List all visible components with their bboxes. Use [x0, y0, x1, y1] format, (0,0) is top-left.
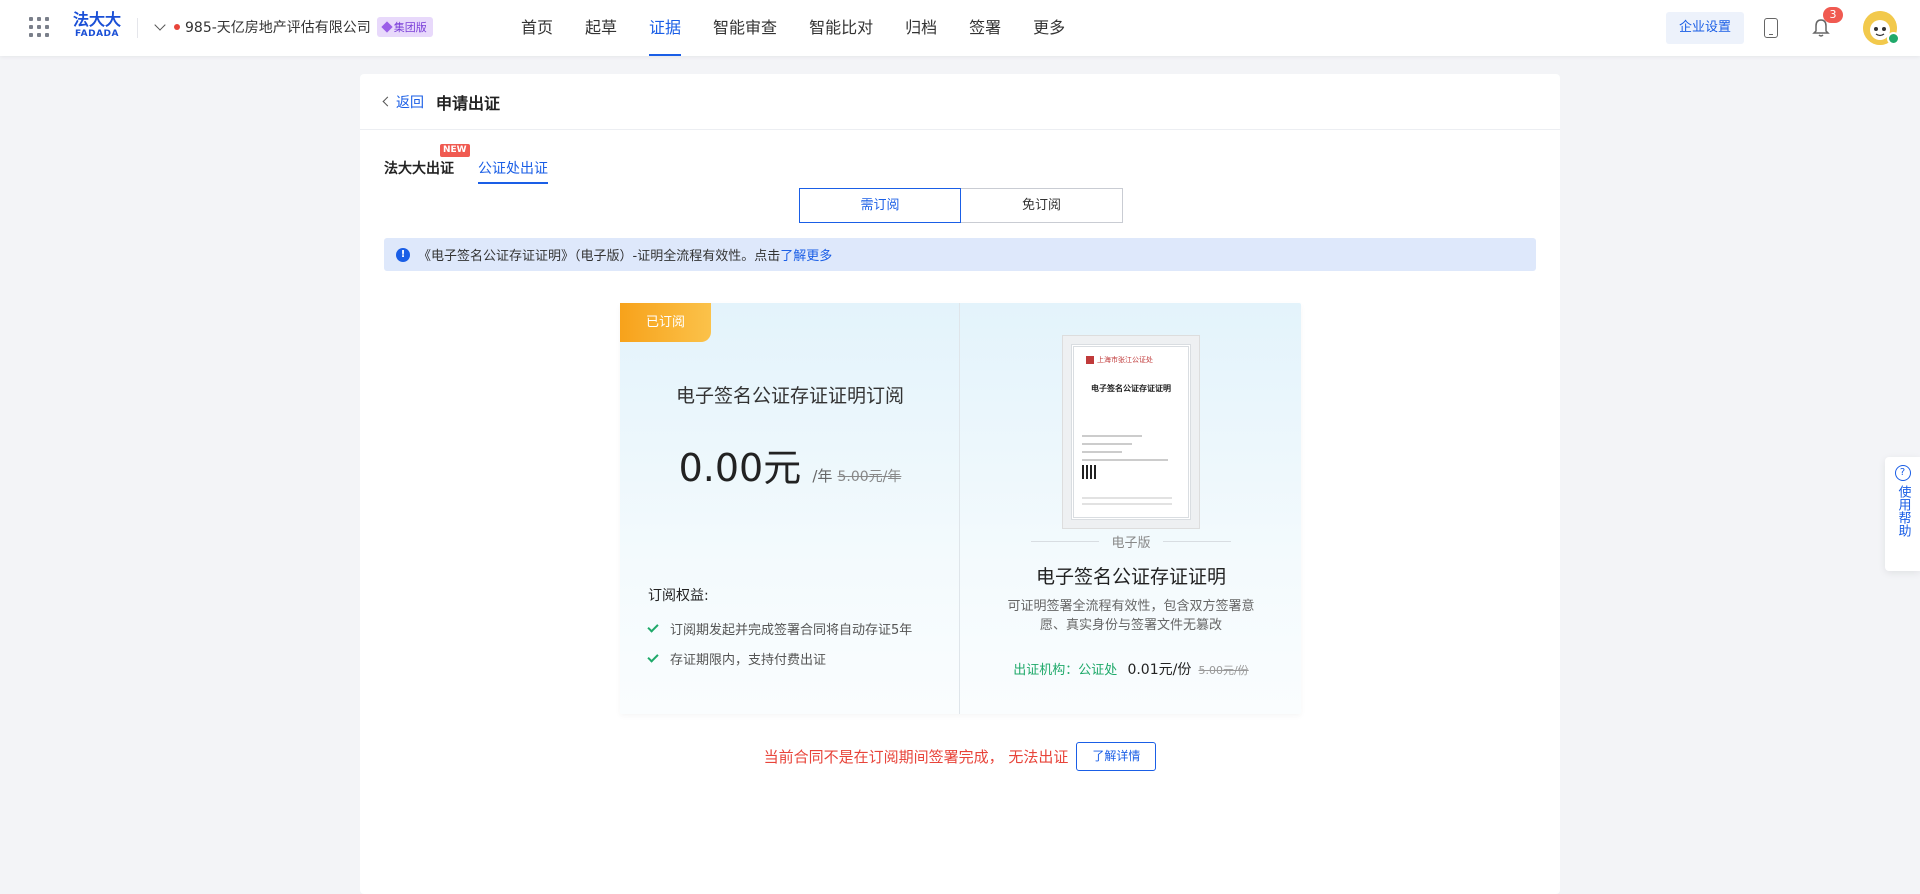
info-text: 《电子签名公证存证证明》（电子版）-证明全流程有效性。点击: [418, 249, 781, 264]
certificate-text-line: [1082, 443, 1132, 445]
nav-smart-compare[interactable]: 智能比对: [809, 0, 873, 56]
segment-no-subscription[interactable]: 免订阅: [961, 188, 1123, 223]
page-title: 申请出证: [436, 93, 501, 113]
learn-more-link[interactable]: 了解更多: [780, 245, 832, 264]
nav-home[interactable]: 首页: [521, 0, 553, 56]
view-details-button[interactable]: 了解详情: [1076, 742, 1157, 771]
qr-code-icon: [1082, 465, 1096, 479]
benefits-title: 订阅权益:: [648, 588, 709, 604]
question-icon: ?: [1894, 465, 1911, 481]
certificate-card: 上海市张江公证处 电子签名公证存证证明 电子版 电子签名公证存证证明 可证明签署…: [961, 303, 1301, 714]
certificate-issuer-text: 上海市张江公证处: [1097, 356, 1153, 364]
benefit-text: 存证期限内，支持付费出证: [670, 653, 827, 668]
edition-badge: 集团版: [376, 17, 433, 37]
certificate-preview-image[interactable]: 上海市张江公证处 电子签名公证存证证明: [1062, 335, 1200, 529]
info-banner: ! 《电子签名公证存证证明》（电子版）-证明全流程有效性。点击 了解更多: [384, 238, 1536, 271]
nav-sign[interactable]: 签署: [969, 0, 1001, 56]
subscription-price: 0.00元: [678, 446, 802, 490]
warning-text: 当前合同不是在订阅期间签署完成， 无法出证: [763, 748, 1069, 766]
issuing-org-row: 出证机构：公证处 0.01元/份 5.00元/份: [961, 659, 1301, 679]
app-grid-icon[interactable]: [29, 17, 49, 37]
certificate-issuer: 上海市张江公证处: [1086, 355, 1153, 365]
certificate-price: 0.01元/份: [1127, 662, 1192, 678]
certificate-heading: 电子签名公证存证证明: [1091, 384, 1171, 393]
tab-notary-evidence[interactable]: 公证处出证: [478, 158, 548, 184]
tab-fadada-evidence[interactable]: 法大大出证 NEW: [384, 144, 470, 184]
edition-label: 电子版: [1031, 532, 1231, 551]
subscription-title: 电子签名公证存证证明订阅: [675, 385, 904, 407]
evidence-source-tabs: 法大大出证 NEW 公证处出证: [384, 144, 572, 184]
check-icon: [647, 651, 659, 663]
logo-text-en: FADADA: [75, 29, 119, 39]
nav-archive[interactable]: 归档: [905, 0, 937, 56]
subscription-card: 已订阅 电子签名公证存证证明订阅 0.00元 /年 5.00元/年 订阅权益: …: [620, 303, 960, 714]
logo-text-cn: 法大大: [72, 10, 121, 29]
check-icon: [647, 621, 659, 633]
certificate-text-line: [1082, 497, 1172, 499]
subscription-type-toggle: 需订阅 免订阅: [799, 188, 1123, 223]
segment-subscription-required[interactable]: 需订阅: [799, 188, 961, 223]
back-label: 返回: [396, 94, 424, 111]
enterprise-settings-button[interactable]: 企业设置: [1666, 12, 1744, 44]
nav-draft[interactable]: 起草: [585, 0, 617, 56]
nav-evidence[interactable]: 证据: [649, 0, 682, 56]
issuing-org-label: 出证机构：公证处: [1013, 663, 1118, 678]
certificate-text-line: [1082, 459, 1168, 461]
benefit-text: 订阅期发起并完成签署合同将自动存证5年: [670, 623, 913, 638]
original-price: 5.00元/年: [837, 469, 902, 485]
benefit-item: 存证期限内，支持付费出证: [647, 649, 827, 668]
info-icon: !: [396, 247, 410, 262]
certificate-title: 电子签名公证存证证明: [1035, 566, 1226, 588]
seal-icon: [1086, 356, 1094, 364]
subscribed-tag: 已订阅: [620, 303, 711, 342]
mobile-phone-icon[interactable]: [1764, 18, 1778, 38]
back-button[interactable]: 返回: [382, 92, 424, 112]
verified-check-icon: [1887, 32, 1900, 45]
company-switcher[interactable]: 985-天亿房地产评估有限公司 集团版: [154, 17, 433, 37]
divider: [137, 18, 138, 38]
certificate-original-price: 5.00元/份: [1198, 664, 1249, 677]
main-nav: 首页 起草 证据 智能审查 智能比对 归档 签署 更多: [521, 0, 1097, 56]
new-tag: NEW: [440, 144, 470, 157]
nav-more[interactable]: 更多: [1033, 0, 1065, 56]
price-period: /年: [812, 467, 833, 485]
company-name: 985-天亿房地产评估有限公司: [185, 20, 371, 36]
main-content-card: 返回 申请出证 法大大出证 NEW 公证处出证 需订阅 免订阅 ! 《电子签名公…: [360, 74, 1560, 894]
certificate-document: 上海市张江公证处 电子签名公证存证证明: [1071, 344, 1191, 520]
certificate-description: 可证明签署全流程有效性，包含双方签署意愿、真实身份与签署文件无篡改: [1007, 599, 1255, 633]
certificate-text-line: [1082, 451, 1122, 453]
certificate-text-line: [1082, 503, 1172, 505]
status-dot: [174, 24, 180, 30]
warning-row: 当前合同不是在订阅期间签署完成， 无法出证 了解详情: [360, 742, 1560, 771]
top-navigation-bar: 法大大 FADADA 985-天亿房地产评估有限公司 集团版 首页 起草 证据 …: [0, 0, 1920, 56]
edition-badge-label: 集团版: [393, 21, 427, 34]
tab-fadada-evidence-label: 法大大出证: [384, 161, 454, 177]
product-panel: 已订阅 电子签名公证存证证明订阅 0.00元 /年 5.00元/年 订阅权益: …: [620, 303, 1301, 714]
diamond-icon: [381, 21, 393, 33]
certificate-text-line: [1082, 435, 1142, 437]
notification-count-badge: 3: [1823, 7, 1843, 23]
fadada-logo[interactable]: 法大大 FADADA: [71, 12, 123, 40]
page-header: 返回 申请出证: [360, 74, 1560, 130]
help-label: 使用帮助: [1895, 485, 1911, 537]
benefit-item: 订阅期发起并完成签署合同将自动存证5年: [647, 619, 913, 638]
subscription-price-row: 0.00元 /年 5.00元/年: [620, 437, 960, 492]
help-widget[interactable]: ? 使用帮助: [1885, 457, 1920, 571]
chevron-left-icon: [382, 96, 393, 107]
nav-smart-review[interactable]: 智能审查: [713, 0, 777, 56]
chevron-down-icon: [154, 19, 166, 31]
